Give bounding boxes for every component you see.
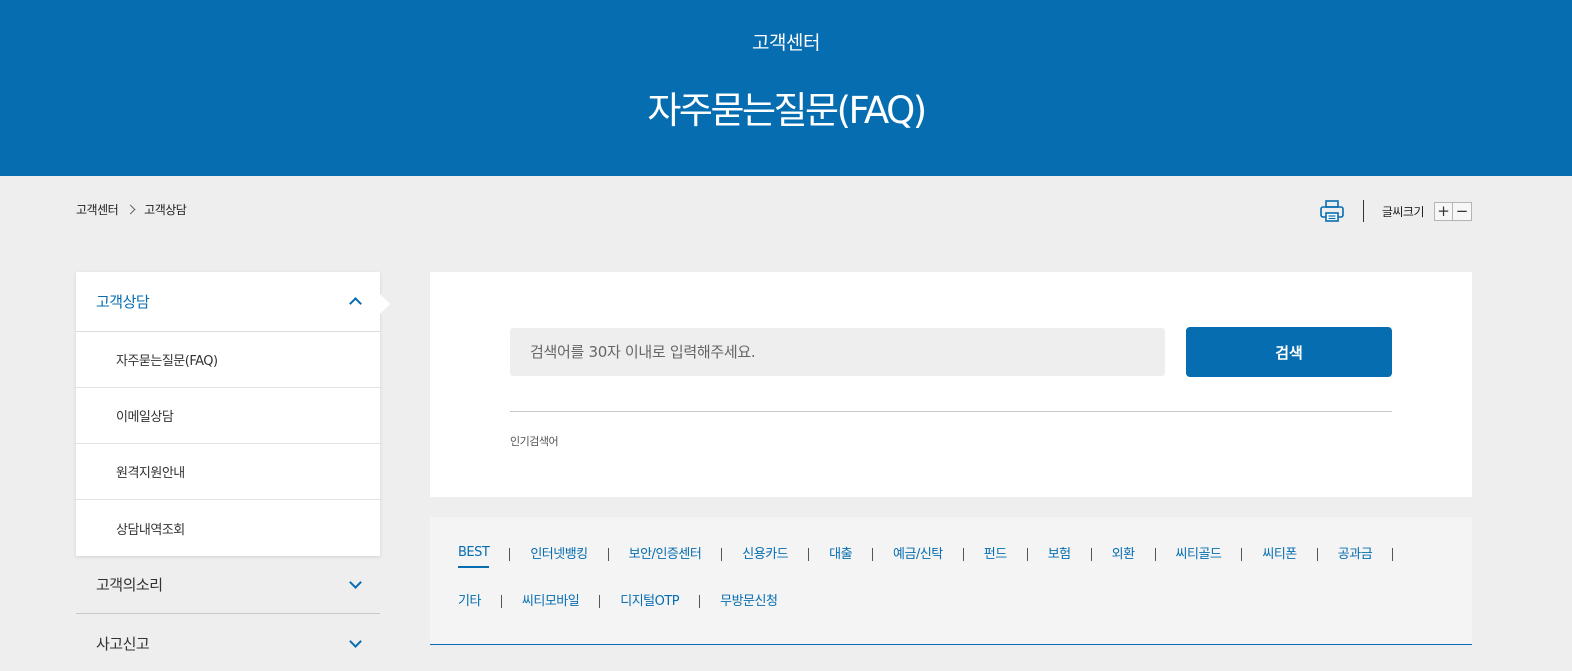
side-nav-group-label: 사고신고 — [96, 634, 150, 653]
tab-divider — [721, 548, 723, 561]
breadcrumb-chevron-icon — [125, 204, 136, 215]
tools-divider — [1362, 200, 1364, 222]
faq-search-panel: 검색 인기검색어 — [430, 272, 1472, 497]
page-tools: 글씨크기 + − — [1319, 199, 1472, 223]
tab-citi-mobile[interactable]: 씨티모바일 — [522, 590, 580, 613]
tab-row: BEST 인터넷뱅킹 보안/인증센터 신용카드 대출 예금/신탁 펀드 보험 외… — [458, 543, 1413, 568]
side-nav-active-group: 고객상담 자주묻는질문(FAQ) 이메일상담 원격지원안내 상담내역조회 — [76, 272, 390, 556]
tab-utility-bills[interactable]: 공과금 — [1338, 543, 1373, 566]
search-input[interactable] — [510, 328, 1165, 376]
tab-citigold[interactable]: 씨티골드 — [1176, 543, 1222, 566]
page-title: 자주묻는질문(FAQ) — [647, 89, 927, 132]
font-size-decrease-button[interactable]: − — [1453, 201, 1472, 221]
tab-divider — [509, 548, 511, 561]
chevron-down-icon — [349, 634, 362, 648]
tab-divider — [699, 595, 701, 608]
tab-row: 기타 씨티모바일 디지털OTP 무방문신청 — [458, 590, 778, 613]
tab-divider — [599, 595, 601, 608]
side-navigation: 고객상담 자주묻는질문(FAQ) 이메일상담 원격지원안내 상담내역조회 고객의… — [76, 272, 390, 671]
breadcrumb-item-customer-center[interactable]: 고객센터 — [76, 201, 119, 218]
hero-subtitle: 고객센터 — [752, 32, 820, 54]
side-nav-group-voice[interactable]: 고객의소리 — [76, 556, 380, 614]
breadcrumb: 고객센터 고객상담 — [76, 201, 187, 218]
font-size-increase-button[interactable]: + — [1434, 201, 1453, 221]
print-icon[interactable] — [1319, 199, 1345, 223]
tab-foreign-exchange[interactable]: 외환 — [1112, 543, 1135, 566]
tab-divider — [962, 548, 964, 561]
side-nav-group-report[interactable]: 사고신고 — [76, 614, 380, 671]
tab-internet-banking[interactable]: 인터넷뱅킹 — [530, 543, 588, 566]
divider — [510, 411, 1392, 412]
tab-divider — [1026, 548, 1028, 561]
popular-keywords-label: 인기검색어 — [510, 435, 559, 448]
tab-digital-otp[interactable]: 디지털OTP — [620, 590, 679, 613]
tab-deposit-trust[interactable]: 예금/신탁 — [893, 543, 943, 566]
side-nav-item-remote-support[interactable]: 원격지원안내 — [76, 444, 380, 500]
side-nav-item-faq[interactable]: 자주묻는질문(FAQ) — [76, 332, 380, 388]
side-nav-group-label: 고객의소리 — [96, 576, 163, 594]
search-button[interactable]: 검색 — [1186, 327, 1392, 377]
tab-non-visit-application[interactable]: 무방문신청 — [720, 590, 778, 613]
tab-divider — [1316, 548, 1318, 561]
chevron-down-icon — [349, 576, 362, 589]
faq-category-tabs: BEST 인터넷뱅킹 보안/인증센터 신용카드 대출 예금/신탁 펀드 보험 외… — [430, 517, 1472, 645]
tab-security[interactable]: 보안/인증센터 — [629, 543, 702, 566]
tab-divider — [808, 548, 810, 561]
page-hero: 고객센터 자주묻는질문(FAQ) — [0, 0, 1572, 176]
side-nav-item-history[interactable]: 상담내역조회 — [76, 500, 380, 556]
tab-best[interactable]: BEST — [458, 545, 490, 568]
tab-divider — [1392, 548, 1394, 561]
tab-divider — [1154, 548, 1156, 561]
tab-etc[interactable]: 기타 — [458, 590, 481, 613]
tab-credit-card[interactable]: 신용카드 — [742, 543, 788, 566]
tab-divider — [500, 595, 502, 608]
side-nav-group-label: 고객상담 — [96, 293, 150, 311]
chevron-up-icon — [349, 297, 362, 310]
tab-citiphone[interactable]: 씨티폰 — [1262, 543, 1297, 566]
tab-divider — [872, 548, 874, 561]
tab-insurance[interactable]: 보험 — [1048, 543, 1071, 566]
tab-divider — [1241, 548, 1243, 561]
tab-divider — [607, 548, 609, 561]
tab-loan[interactable]: 대출 — [829, 543, 852, 566]
breadcrumb-item-consultation[interactable]: 고객상담 — [144, 201, 187, 218]
side-nav-item-email[interactable]: 이메일상담 — [76, 388, 380, 444]
tab-fund[interactable]: 펀드 — [984, 543, 1007, 566]
tab-divider — [1090, 548, 1092, 561]
font-size-label: 글씨크기 — [1381, 204, 1425, 219]
side-nav-group-consultation[interactable]: 고객상담 — [76, 272, 380, 332]
